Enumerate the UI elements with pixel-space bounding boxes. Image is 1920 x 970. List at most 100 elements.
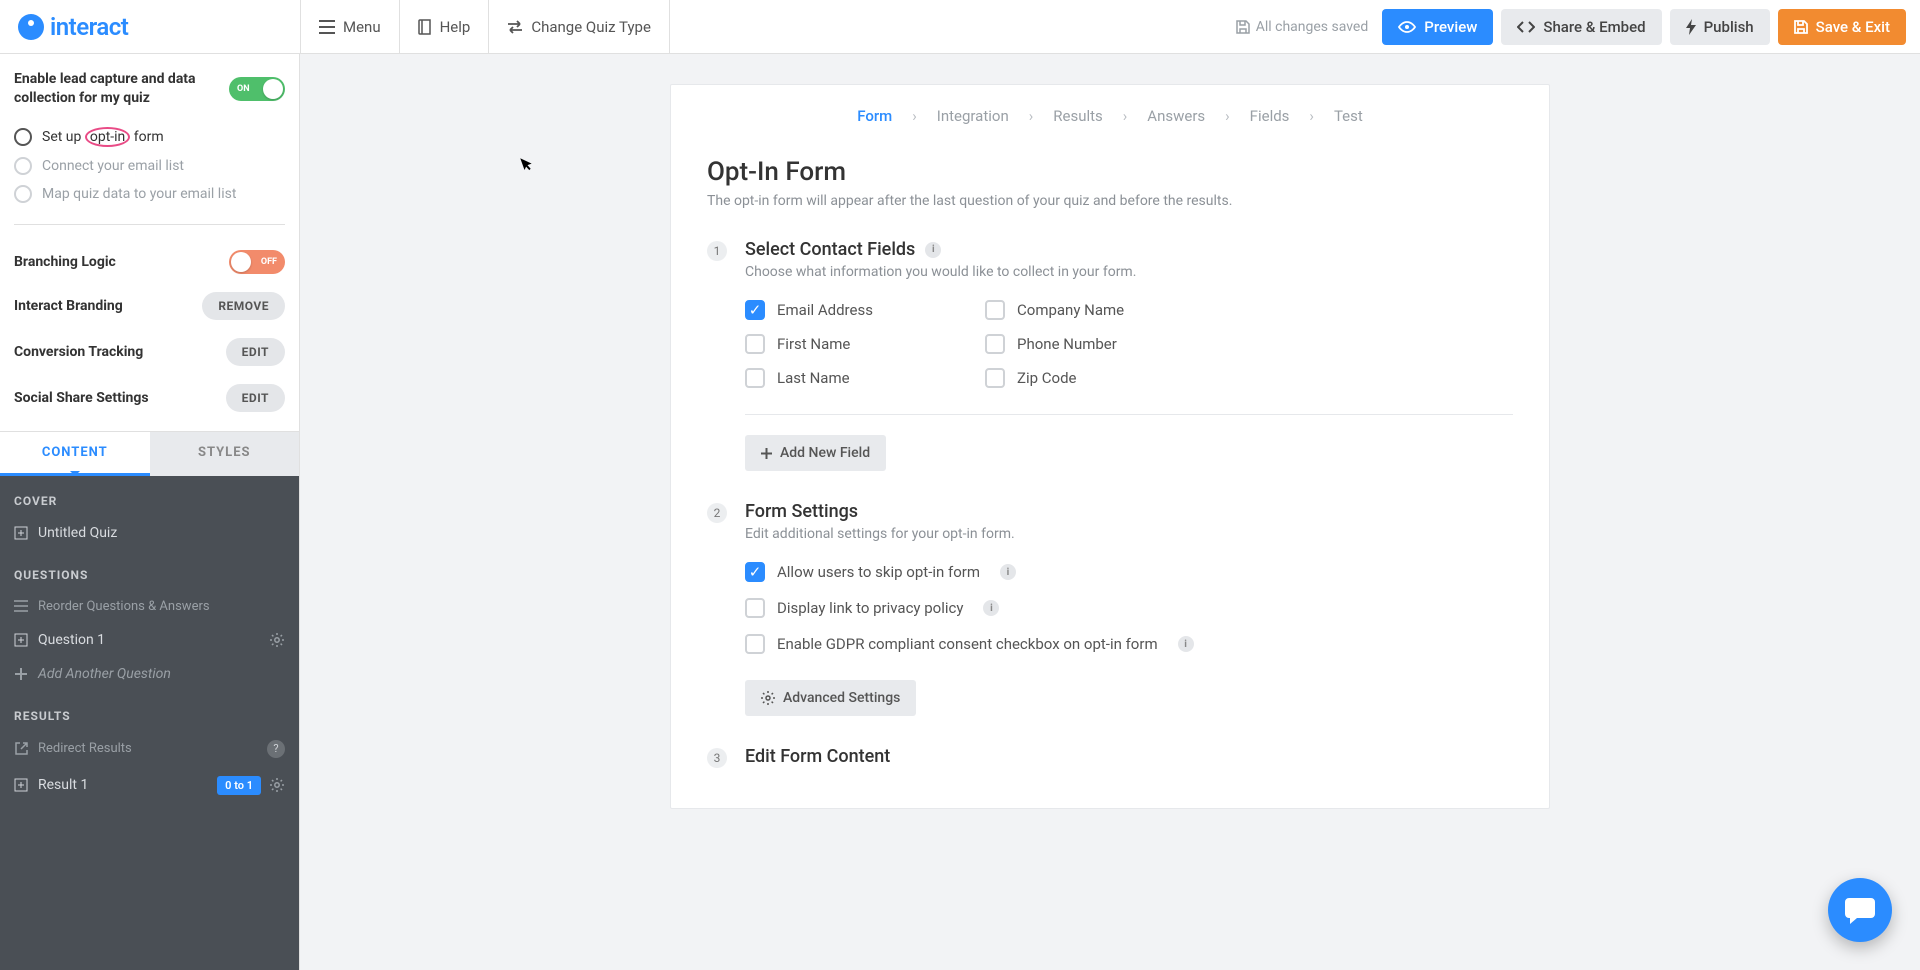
page-title: Opt-In Form (707, 157, 1513, 187)
toggle-off-label: OFF (261, 257, 277, 267)
save-exit-label: Save & Exit (1816, 18, 1890, 36)
brand-name: interact (50, 13, 128, 41)
bc-integration[interactable]: Integration (937, 107, 1009, 125)
menu-button[interactable]: Menu (300, 0, 399, 53)
info-icon[interactable]: i (1000, 564, 1016, 580)
step-ring-icon (14, 128, 32, 146)
section-title: Edit Form Content (745, 746, 890, 767)
external-icon (14, 742, 28, 756)
step-ring-icon (14, 157, 32, 175)
help-button[interactable]: Help (399, 0, 489, 53)
add-question[interactable]: Add Another Question (0, 657, 299, 691)
change-type-label: Change Quiz Type (531, 18, 651, 36)
field-firstname[interactable]: First Name (745, 334, 945, 354)
advanced-settings-button[interactable]: Advanced Settings (745, 680, 916, 716)
topbar: interact Menu Help Change Quiz Type All … (0, 0, 1920, 54)
code-icon (1517, 21, 1535, 33)
gear-icon[interactable] (269, 777, 285, 793)
publish-label: Publish (1704, 18, 1754, 36)
redirect-label: Redirect Results (38, 741, 132, 756)
chevron-right-icon: › (912, 107, 917, 125)
setting-skip[interactable]: ✓Allow users to skip opt-in formi (745, 562, 1513, 582)
result-item[interactable]: Result 1 0 to 1 (0, 767, 299, 804)
add-question-label: Add Another Question (38, 666, 171, 682)
chat-fab[interactable] (1828, 878, 1892, 942)
bolt-icon (1686, 19, 1696, 35)
question-item[interactable]: Question 1 (0, 623, 299, 657)
bc-form[interactable]: Form (857, 107, 892, 125)
checkbox-icon[interactable] (745, 368, 765, 388)
checkbox-icon[interactable] (985, 300, 1005, 320)
remove-branding-button[interactable]: REMOVE (202, 292, 285, 320)
step-connect-email[interactable]: Connect your email list (14, 152, 285, 180)
chevron-right-icon: › (1225, 107, 1230, 125)
reorder-questions[interactable]: Reorder Questions & Answers (0, 590, 299, 623)
setting-gdpr[interactable]: Enable GDPR compliant consent checkbox o… (745, 634, 1513, 654)
redirect-results[interactable]: Redirect Results ? (0, 731, 299, 767)
reorder-icon (14, 599, 28, 613)
breadcrumb: Form › Integration › Results › Answers ›… (671, 85, 1549, 147)
bc-results[interactable]: Results (1053, 107, 1103, 125)
field-company[interactable]: Company Name (985, 300, 1185, 320)
setting-privacy[interactable]: Display link to privacy policyi (745, 598, 1513, 618)
floppy-icon (1236, 20, 1250, 34)
checkbox-icon[interactable] (985, 334, 1005, 354)
checkbox-icon[interactable]: ✓ (745, 562, 765, 582)
edit-conversion-button[interactable]: EDIT (226, 338, 285, 366)
section-number: 2 (707, 503, 727, 523)
publish-button[interactable]: Publish (1670, 9, 1770, 45)
change-type-button[interactable]: Change Quiz Type (488, 0, 670, 53)
cursor-icon (520, 154, 537, 173)
checkbox-icon[interactable]: ✓ (745, 300, 765, 320)
plus-icon (761, 448, 772, 459)
social-label: Social Share Settings (14, 390, 149, 406)
field-phone[interactable]: Phone Number (985, 334, 1185, 354)
save-exit-button[interactable]: Save & Exit (1778, 9, 1906, 45)
help-label: Help (440, 18, 471, 36)
advanced-label: Advanced Settings (783, 690, 900, 706)
checkbox-icon[interactable] (745, 334, 765, 354)
plus-square-icon (14, 778, 28, 792)
bc-fields[interactable]: Fields (1250, 107, 1290, 125)
question-label: Question 1 (38, 632, 105, 648)
chevron-right-icon: › (1123, 107, 1128, 125)
cover-item[interactable]: Untitled Quiz (0, 516, 299, 550)
branching-label: Branching Logic (14, 254, 116, 270)
lead-capture-toggle[interactable]: ON (229, 77, 285, 101)
toggle-on-label: ON (237, 84, 250, 94)
branding-label: Interact Branding (14, 298, 123, 314)
step-map-data[interactable]: Map quiz data to your email list (14, 180, 285, 208)
tab-content[interactable]: CONTENT (0, 432, 150, 476)
result-label: Result 1 (38, 777, 88, 793)
section-subtitle: Edit additional settings for your opt-in… (745, 526, 1513, 542)
field-email[interactable]: ✓Email Address (745, 300, 945, 320)
help-icon[interactable]: ? (267, 740, 285, 758)
checkbox-icon[interactable] (985, 368, 1005, 388)
checkbox-icon[interactable] (745, 598, 765, 618)
edit-social-button[interactable]: EDIT (226, 384, 285, 412)
share-embed-button[interactable]: Share & Embed (1501, 9, 1661, 45)
preview-button[interactable]: Preview (1382, 9, 1493, 45)
info-icon[interactable]: i (1178, 636, 1194, 652)
checkbox-icon[interactable] (745, 634, 765, 654)
cover-title: Untitled Quiz (38, 525, 117, 541)
add-field-label: Add New Field (780, 445, 870, 461)
branching-toggle[interactable]: OFF (229, 250, 285, 274)
tab-styles[interactable]: STYLES (150, 432, 300, 476)
info-icon[interactable]: i (983, 600, 999, 616)
cover-heading: COVER (0, 476, 299, 516)
info-icon[interactable]: i (925, 242, 941, 258)
field-lastname[interactable]: Last Name (745, 368, 945, 388)
save-icon (1794, 20, 1808, 34)
step-optin-form[interactable]: Set up opt-in form (14, 122, 285, 152)
bc-answers[interactable]: Answers (1147, 107, 1205, 125)
section-number: 1 (707, 241, 727, 261)
logo[interactable]: interact (0, 13, 300, 41)
section-title: Form Settings (745, 501, 858, 522)
add-field-button[interactable]: Add New Field (745, 435, 886, 471)
field-zip[interactable]: Zip Code (985, 368, 1185, 388)
plus-square-icon (14, 526, 28, 540)
bc-test[interactable]: Test (1334, 107, 1363, 125)
result-badge: 0 to 1 (217, 776, 261, 795)
gear-icon[interactable] (269, 632, 285, 648)
